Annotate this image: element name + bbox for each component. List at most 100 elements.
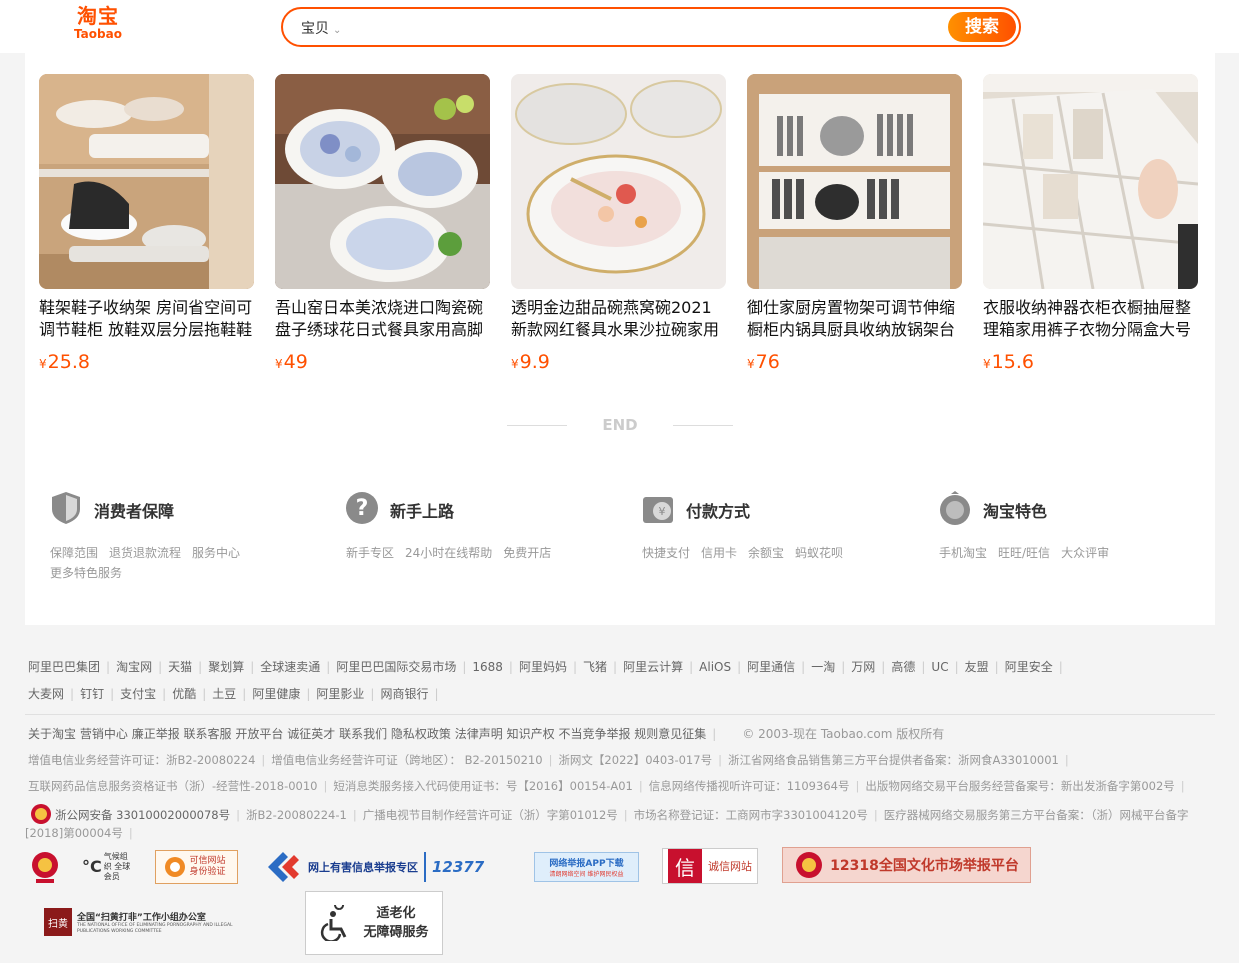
product-card[interactable]: 衣服收纳神器衣柜衣橱抽屉整理箱家用裤子衣物分隔盒大号 ¥15.6	[983, 74, 1198, 375]
national-emblem-badge[interactable]	[30, 850, 60, 884]
footer-link[interactable]: 阿里云计算	[623, 660, 683, 674]
footer-link[interactable]: 营销中心	[80, 727, 128, 741]
culture-market-report-badge[interactable]: 12318全国文化市场举报平台	[782, 847, 1031, 883]
product-card[interactable]: 透明金边甜品碗燕窝碗2021新款网红餐具水果沙拉碗家用玻 ¥9.9	[511, 74, 726, 375]
license-text[interactable]: 浙江省网络食品销售第三方平台提供者备案：浙网食A33010001	[728, 753, 1059, 767]
service-link[interactable]: 保障范围	[50, 546, 98, 560]
footer-link[interactable]: 阿里安全	[1005, 660, 1053, 674]
license-text[interactable]: 市场名称登记证：工商网市字3301004120号	[634, 808, 868, 822]
product-title[interactable]: 鞋架鞋子收纳架 房间省空间可调节鞋柜 放鞋双层分层拖鞋鞋	[39, 297, 254, 341]
service-link[interactable]: 余额宝	[748, 546, 784, 560]
report-app-badge[interactable]: 网络举报APP下载 清朗网络空间 维护网民权益	[534, 852, 639, 882]
footer-link[interactable]: 阿里健康	[252, 687, 300, 701]
footer-link[interactable]: UC	[931, 660, 948, 674]
service-link[interactable]: 更多特色服务	[50, 566, 122, 580]
footer-link[interactable]: 阿里妈妈	[519, 660, 567, 674]
footer-link[interactable]: 阿里巴巴集团	[28, 660, 100, 674]
footer-link[interactable]: 一淘	[811, 660, 835, 674]
footer-link[interactable]: 支付宝	[120, 687, 156, 701]
footer-link[interactable]: 规则意见征集	[634, 727, 706, 741]
service-link[interactable]: 蚂蚁花呗	[795, 546, 843, 560]
product-image[interactable]	[39, 74, 254, 289]
product-title[interactable]: 吾山窑日本美浓烧进口陶瓷碗盘子绣球花日式餐具家用高脚	[275, 297, 490, 341]
footer-link[interactable]: 飞猪	[583, 660, 607, 674]
footer-link[interactable]: 网商银行	[380, 687, 428, 701]
search-button[interactable]: 搜索	[948, 12, 1016, 42]
product-title[interactable]: 御仕家厨房置物架可调节伸缩橱柜内锅具厨具收纳放锅架台	[747, 297, 962, 341]
product-card[interactable]: 御仕家厨房置物架可调节伸缩橱柜内锅具厨具收纳放锅架台 ¥76	[747, 74, 962, 375]
service-links: 新手专区 24小时在线帮助 免费开店	[346, 543, 596, 563]
weather-org-badge[interactable]: °C 气候组织 全球会员	[82, 851, 134, 883]
footer-link[interactable]: 阿里影业	[316, 687, 364, 701]
product-title[interactable]: 衣服收纳神器衣柜衣橱抽屉整理箱家用裤子衣物分隔盒大号	[983, 297, 1198, 341]
product-title[interactable]: 透明金边甜品碗燕窝碗2021新款网红餐具水果沙拉碗家用玻	[511, 297, 726, 341]
footer-link[interactable]: 知识产权	[507, 727, 555, 741]
anti-porn-office-badge[interactable]: 扫黄 全国“扫黄打非”工作小组办公室 THE NATIONAL OFFICE O…	[44, 905, 259, 939]
license-text[interactable]: 增值电信业务经营许可证（跨地区）： B2-20150210	[271, 753, 542, 767]
license-text[interactable]: 互联网药品信息服务资格证书（浙）-经营性-2018-0010	[28, 779, 317, 793]
footer-links-row3: 关于淘宝 营销中心 廉正举报 联系客服 开放平台 诚征英才 联系我们 隐私权政策…	[28, 727, 945, 741]
report-app-sub-label: 清朗网络空间 维护网民权益	[549, 871, 624, 878]
footer-link[interactable]: 关于淘宝	[28, 727, 76, 741]
footer-link[interactable]: 万网	[851, 660, 875, 674]
footer-link[interactable]: 阿里通信	[747, 660, 795, 674]
search-scope-label: 宝贝	[301, 21, 329, 37]
footer-link[interactable]: 法律声明	[455, 727, 503, 741]
taobao-logo[interactable]: 淘宝 Taobao	[72, 4, 124, 42]
footer-link[interactable]: 高德	[891, 660, 915, 674]
product-image[interactable]	[511, 74, 726, 289]
search-scope-select[interactable]: 宝贝 ⌄	[301, 18, 341, 38]
product-image[interactable]	[983, 74, 1198, 289]
license-text[interactable]: 医疗器械网络交易服务第三方平台备案：（浙）网械平台备字	[884, 808, 1189, 822]
footer-link[interactable]: 隐私权政策	[391, 727, 451, 741]
service-link[interactable]: 24小时在线帮助	[405, 546, 492, 560]
license-row4: [2018]第00004号 |	[25, 826, 133, 840]
footer-link[interactable]: 阿里巴巴国际交易市场	[336, 660, 456, 674]
product-image[interactable]	[275, 74, 490, 289]
footer-link[interactable]: 诚征英才	[287, 727, 335, 741]
footer-link[interactable]: 大麦网	[28, 687, 64, 701]
footer-link[interactable]: 天猫	[168, 660, 192, 674]
license-text[interactable]: 浙网文【2022】0403-017号	[558, 753, 712, 767]
service-link[interactable]: 信用卡	[701, 546, 737, 560]
footer-link[interactable]: 联系客服	[184, 727, 232, 741]
search-input[interactable]	[357, 13, 937, 41]
chevron-down-icon: ⌄	[333, 25, 342, 36]
footer-link[interactable]: 优酷	[172, 687, 196, 701]
footer-link[interactable]: 联系我们	[339, 727, 387, 741]
license-text[interactable]: 信息网络传播视听许可证：1109364号	[649, 779, 850, 793]
credible-site-badge[interactable]: 可信网站 身份验证	[155, 850, 238, 884]
product-image[interactable]	[747, 74, 962, 289]
service-link[interactable]: 退货退款流程	[109, 546, 181, 560]
service-link[interactable]: 快捷支付	[642, 546, 690, 560]
license-text[interactable]: 增值电信业务经营许可证：浙B2-20080224	[28, 753, 255, 767]
footer-link[interactable]: 聚划算	[208, 660, 244, 674]
license-text[interactable]: 浙公网安备 33010002000078号	[55, 808, 230, 822]
service-link[interactable]: 手机淘宝	[939, 546, 987, 560]
footer-link[interactable]: 全球速卖通	[260, 660, 320, 674]
license-text[interactable]: 短消息类服务接入代码使用证书：号【2016】00154-A01	[333, 779, 633, 793]
service-link[interactable]: 服务中心	[192, 546, 240, 560]
license-text[interactable]: 广播电视节目制作经营许可证（浙）字第01012号	[363, 808, 618, 822]
footer-link[interactable]: 淘宝网	[116, 660, 152, 674]
license-text[interactable]: 出版物网络交易平台服务经营备案号：新出发浙备字第002号	[865, 779, 1174, 793]
harmful-info-report-badge[interactable]: 网上有害信息举报专区 12377	[268, 849, 508, 885]
footer-link[interactable]: 廉正举报	[132, 727, 180, 741]
service-link[interactable]: 旺旺/旺信	[998, 546, 1050, 560]
footer-link[interactable]: 1688	[472, 660, 503, 674]
product-card[interactable]: 鞋架鞋子收纳架 房间省空间可调节鞋柜 放鞋双层分层拖鞋鞋 ¥25.8	[39, 74, 254, 375]
integrity-site-badge[interactable]: 信诚信网站	[662, 848, 758, 884]
service-link[interactable]: 大众评审	[1061, 546, 1109, 560]
service-link[interactable]: 免费开店	[503, 546, 551, 560]
footer-link[interactable]: AliOS	[699, 660, 731, 674]
service-link[interactable]: 新手专区	[346, 546, 394, 560]
product-card[interactable]: 吾山窑日本美浓烧进口陶瓷碗盘子绣球花日式餐具家用高脚 ¥49	[275, 74, 490, 375]
footer-link[interactable]: 钉钉	[80, 687, 104, 701]
footer-link[interactable]: 土豆	[212, 687, 236, 701]
license-text[interactable]: [2018]第00004号	[25, 826, 123, 840]
elderly-accessibility-button[interactable]: 适老化 无障碍服务	[305, 891, 443, 955]
footer-link[interactable]: 开放平台	[235, 727, 283, 741]
footer-link[interactable]: 友盟	[965, 660, 989, 674]
footer-link[interactable]: 不当竞争举报	[558, 727, 630, 741]
license-text[interactable]: 浙B2-20080224-1	[246, 808, 347, 822]
